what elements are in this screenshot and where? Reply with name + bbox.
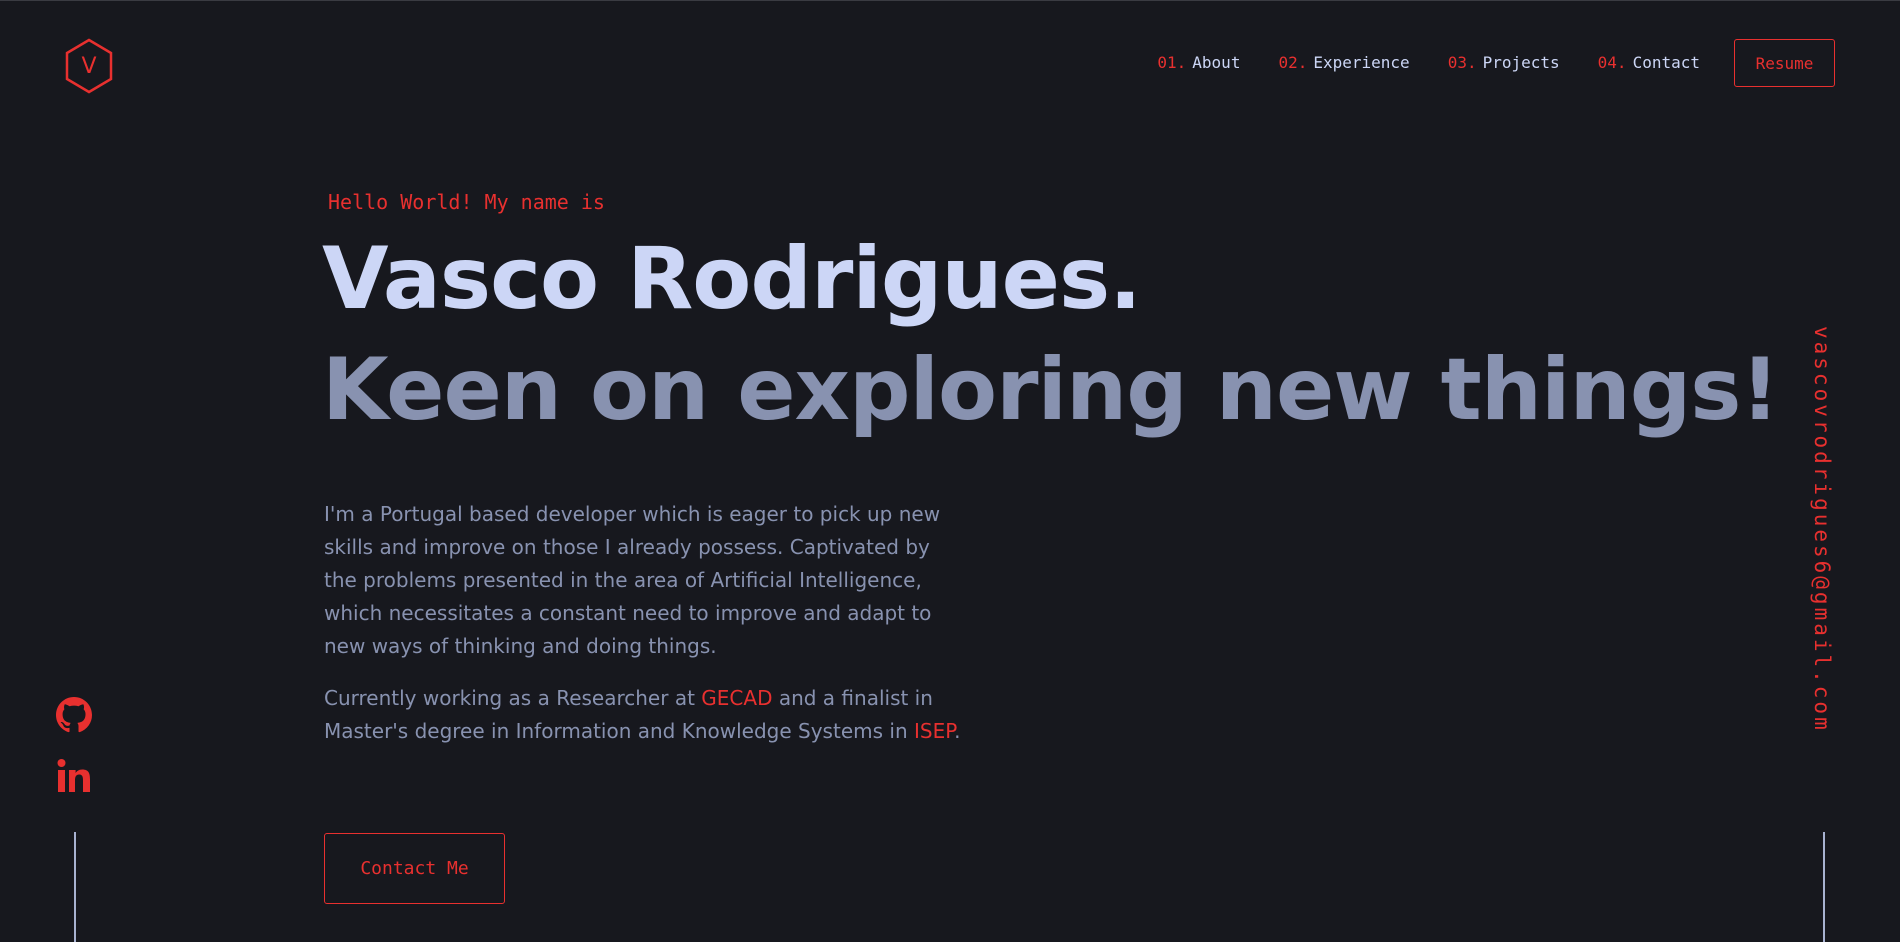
resume-button[interactable]: Resume (1734, 39, 1835, 87)
contact-me-button[interactable]: Contact Me (324, 833, 505, 904)
nav-about[interactable]: 01. About (1157, 53, 1240, 72)
nav-experience[interactable]: 02. Experience (1278, 53, 1409, 72)
gecad-link[interactable]: GECAD (701, 686, 772, 710)
github-icon[interactable] (56, 697, 92, 733)
bio-text: . (954, 719, 961, 743)
nav-contact[interactable]: 04. Contact (1598, 53, 1700, 72)
hero-tagline: Keen on exploring new things! (322, 340, 1780, 440)
nav-label: About (1192, 53, 1241, 72)
bio-text: Currently working as a Researcher at (324, 686, 702, 710)
logo[interactable]: V (64, 38, 114, 94)
email-link[interactable]: vascovrodrigues6@gmail.com (1810, 326, 1834, 733)
nav-label: Projects (1482, 53, 1560, 72)
github-icon-graphic (56, 697, 92, 733)
nav-number: 03. (1447, 53, 1477, 72)
linkedin-icon[interactable] (56, 758, 92, 794)
nav-label: Contact (1632, 53, 1700, 72)
nav-number: 04. (1597, 53, 1627, 72)
bio-paragraph-current: Currently working as a Researcher at GEC… (324, 682, 964, 748)
nav-number: 02. (1278, 53, 1308, 72)
linkedin-icon-graphic (57, 759, 90, 792)
isep-link[interactable]: ISEP (914, 719, 954, 743)
nav-projects[interactable]: 03. Projects (1448, 53, 1560, 72)
nav-number: 01. (1157, 53, 1187, 72)
greeting-text: Hello World! My name is (328, 190, 605, 214)
left-rail-line (74, 832, 76, 942)
bio: I'm a Portugal based developer which is … (324, 498, 964, 748)
bio-paragraph: I'm a Portugal based developer which is … (324, 502, 941, 658)
hero-name: Vasco Rodrigues. (322, 229, 1142, 329)
main-nav: 01. About 02. Experience 03. Projects 04. Co… (1157, 53, 1700, 72)
logo-letter: V (81, 53, 97, 79)
right-rail-line (1823, 832, 1825, 942)
nav-label: Experience (1313, 53, 1410, 72)
